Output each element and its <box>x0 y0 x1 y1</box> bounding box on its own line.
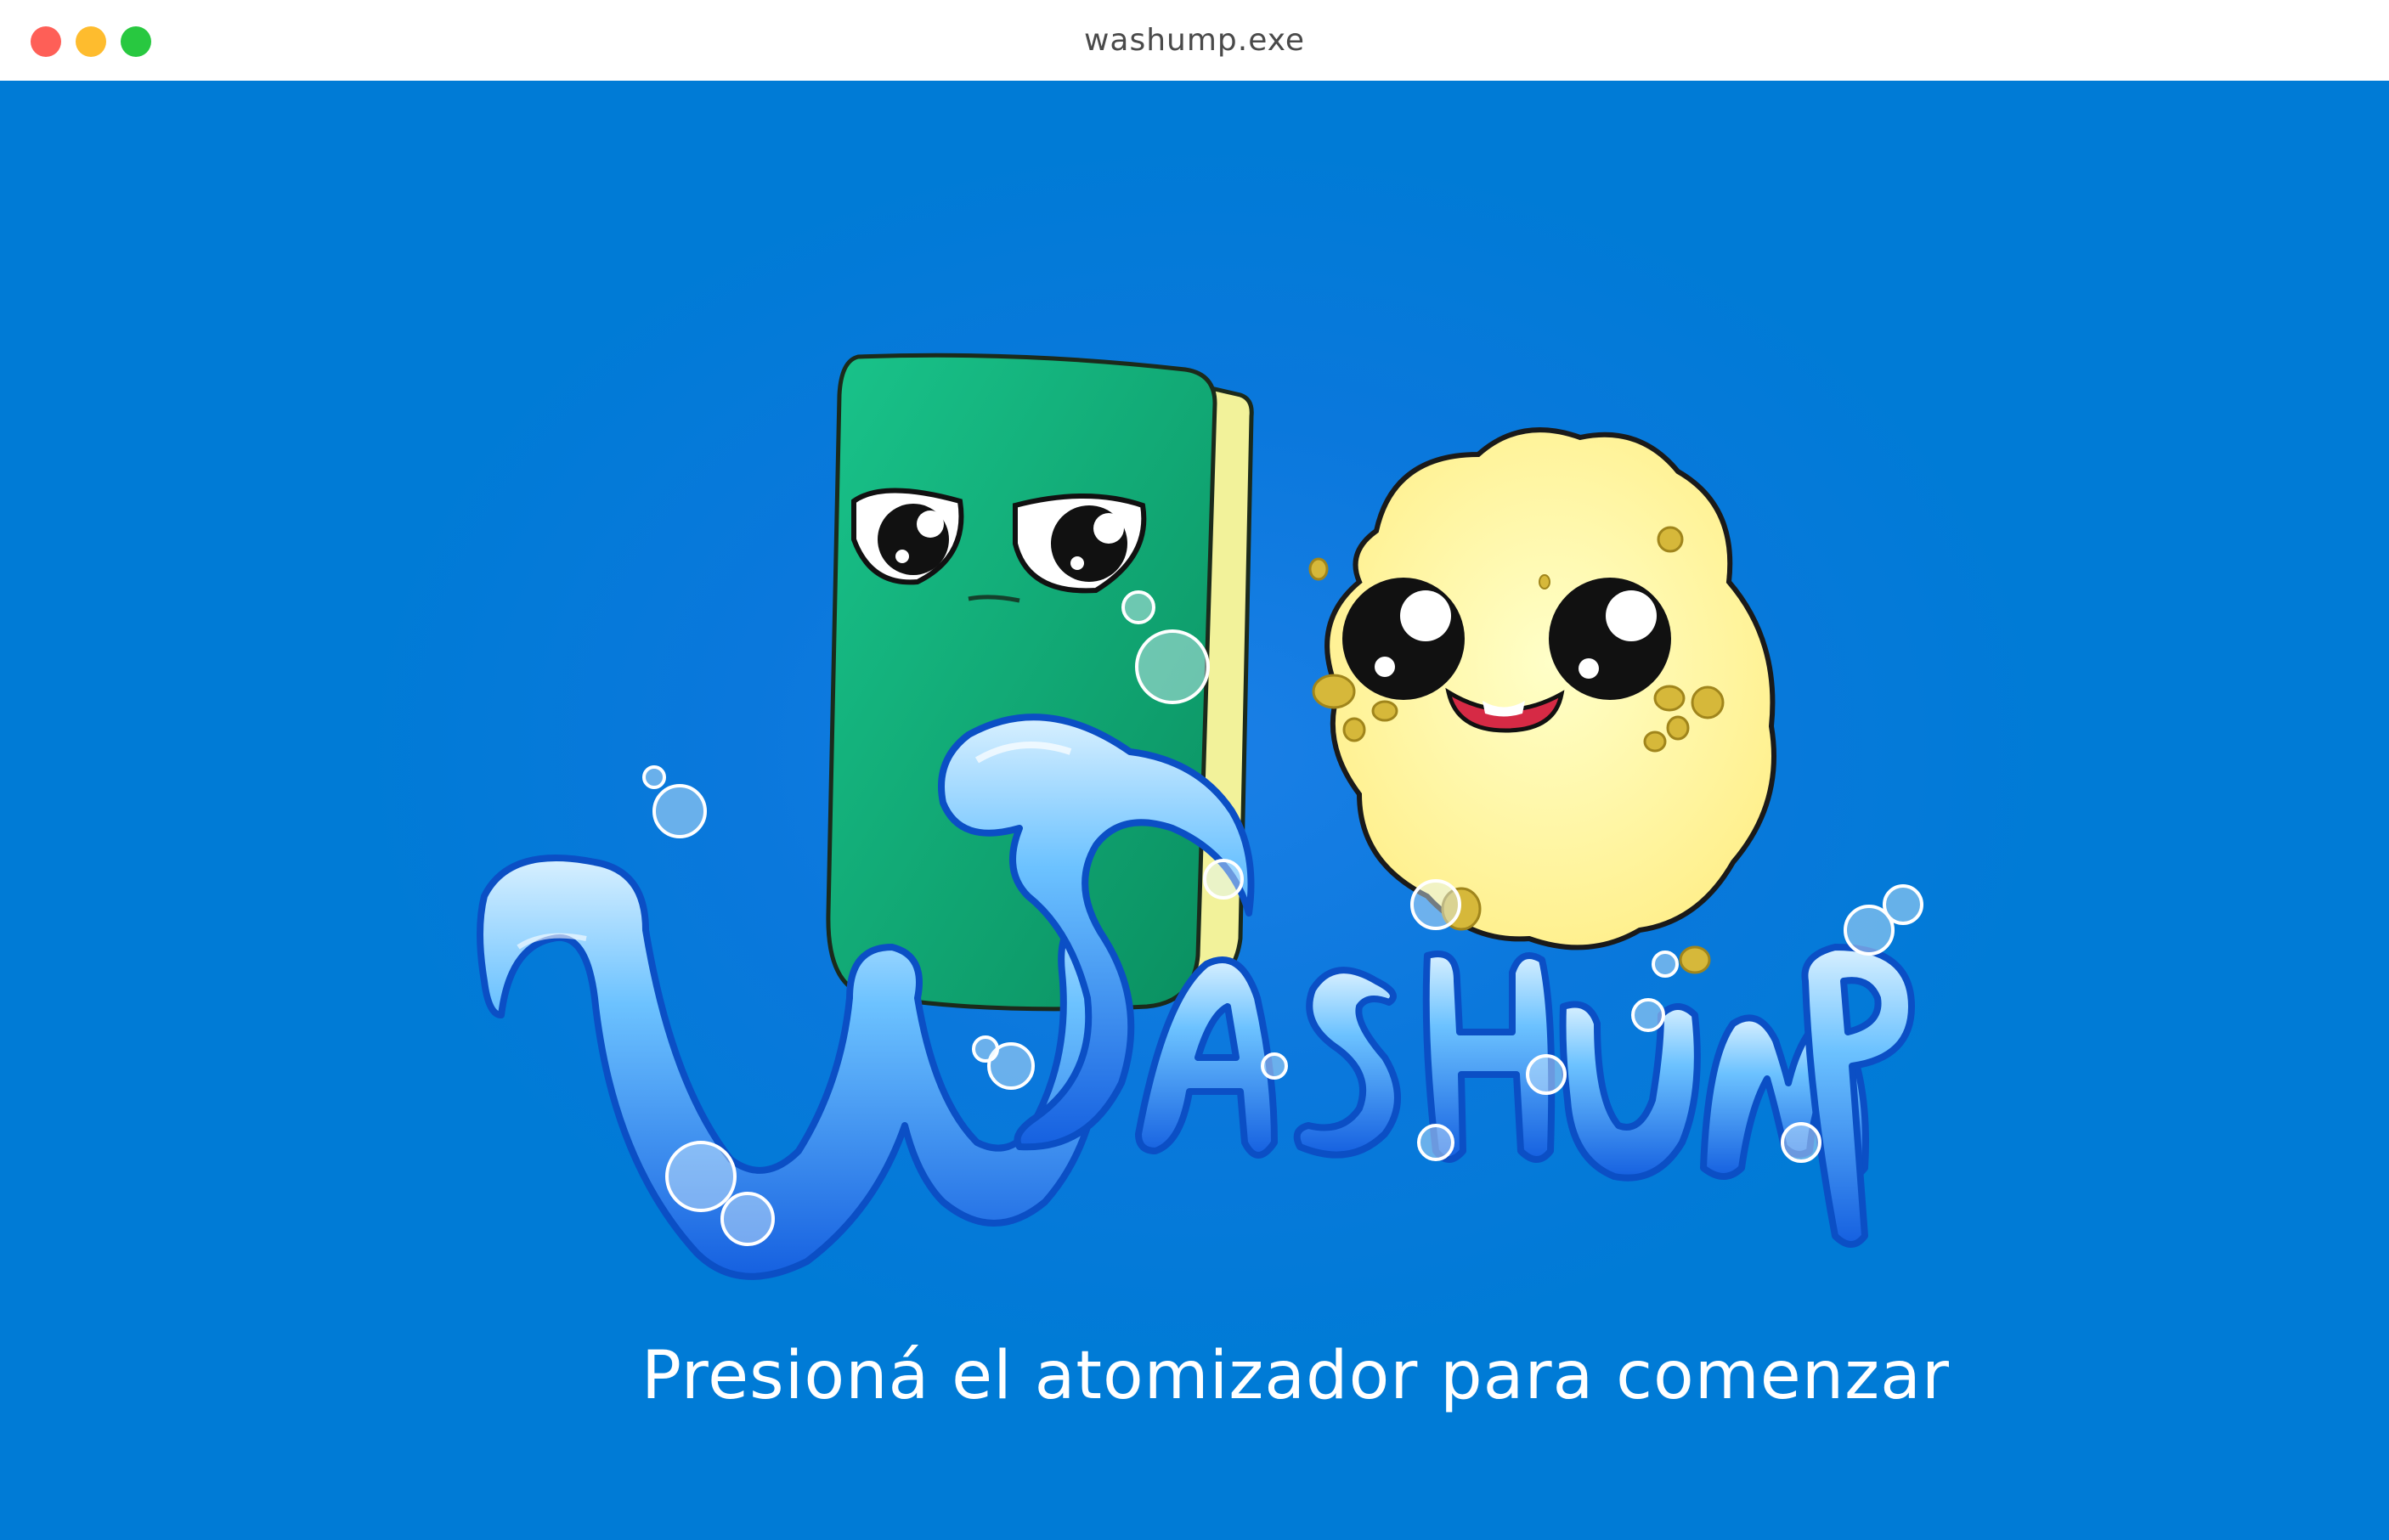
window-titlebar: washump.exe <box>0 0 2389 82</box>
washump-logo <box>477 353 1923 1280</box>
window-title: washump.exe <box>1083 23 1306 58</box>
game-title-screen[interactable]: Presioná el atomizador para comenzar <box>0 81 2389 1540</box>
yellow-sponge-character <box>1308 427 1776 974</box>
start-prompt-text: Presioná el atomizador para comenzar <box>641 1338 1950 1414</box>
